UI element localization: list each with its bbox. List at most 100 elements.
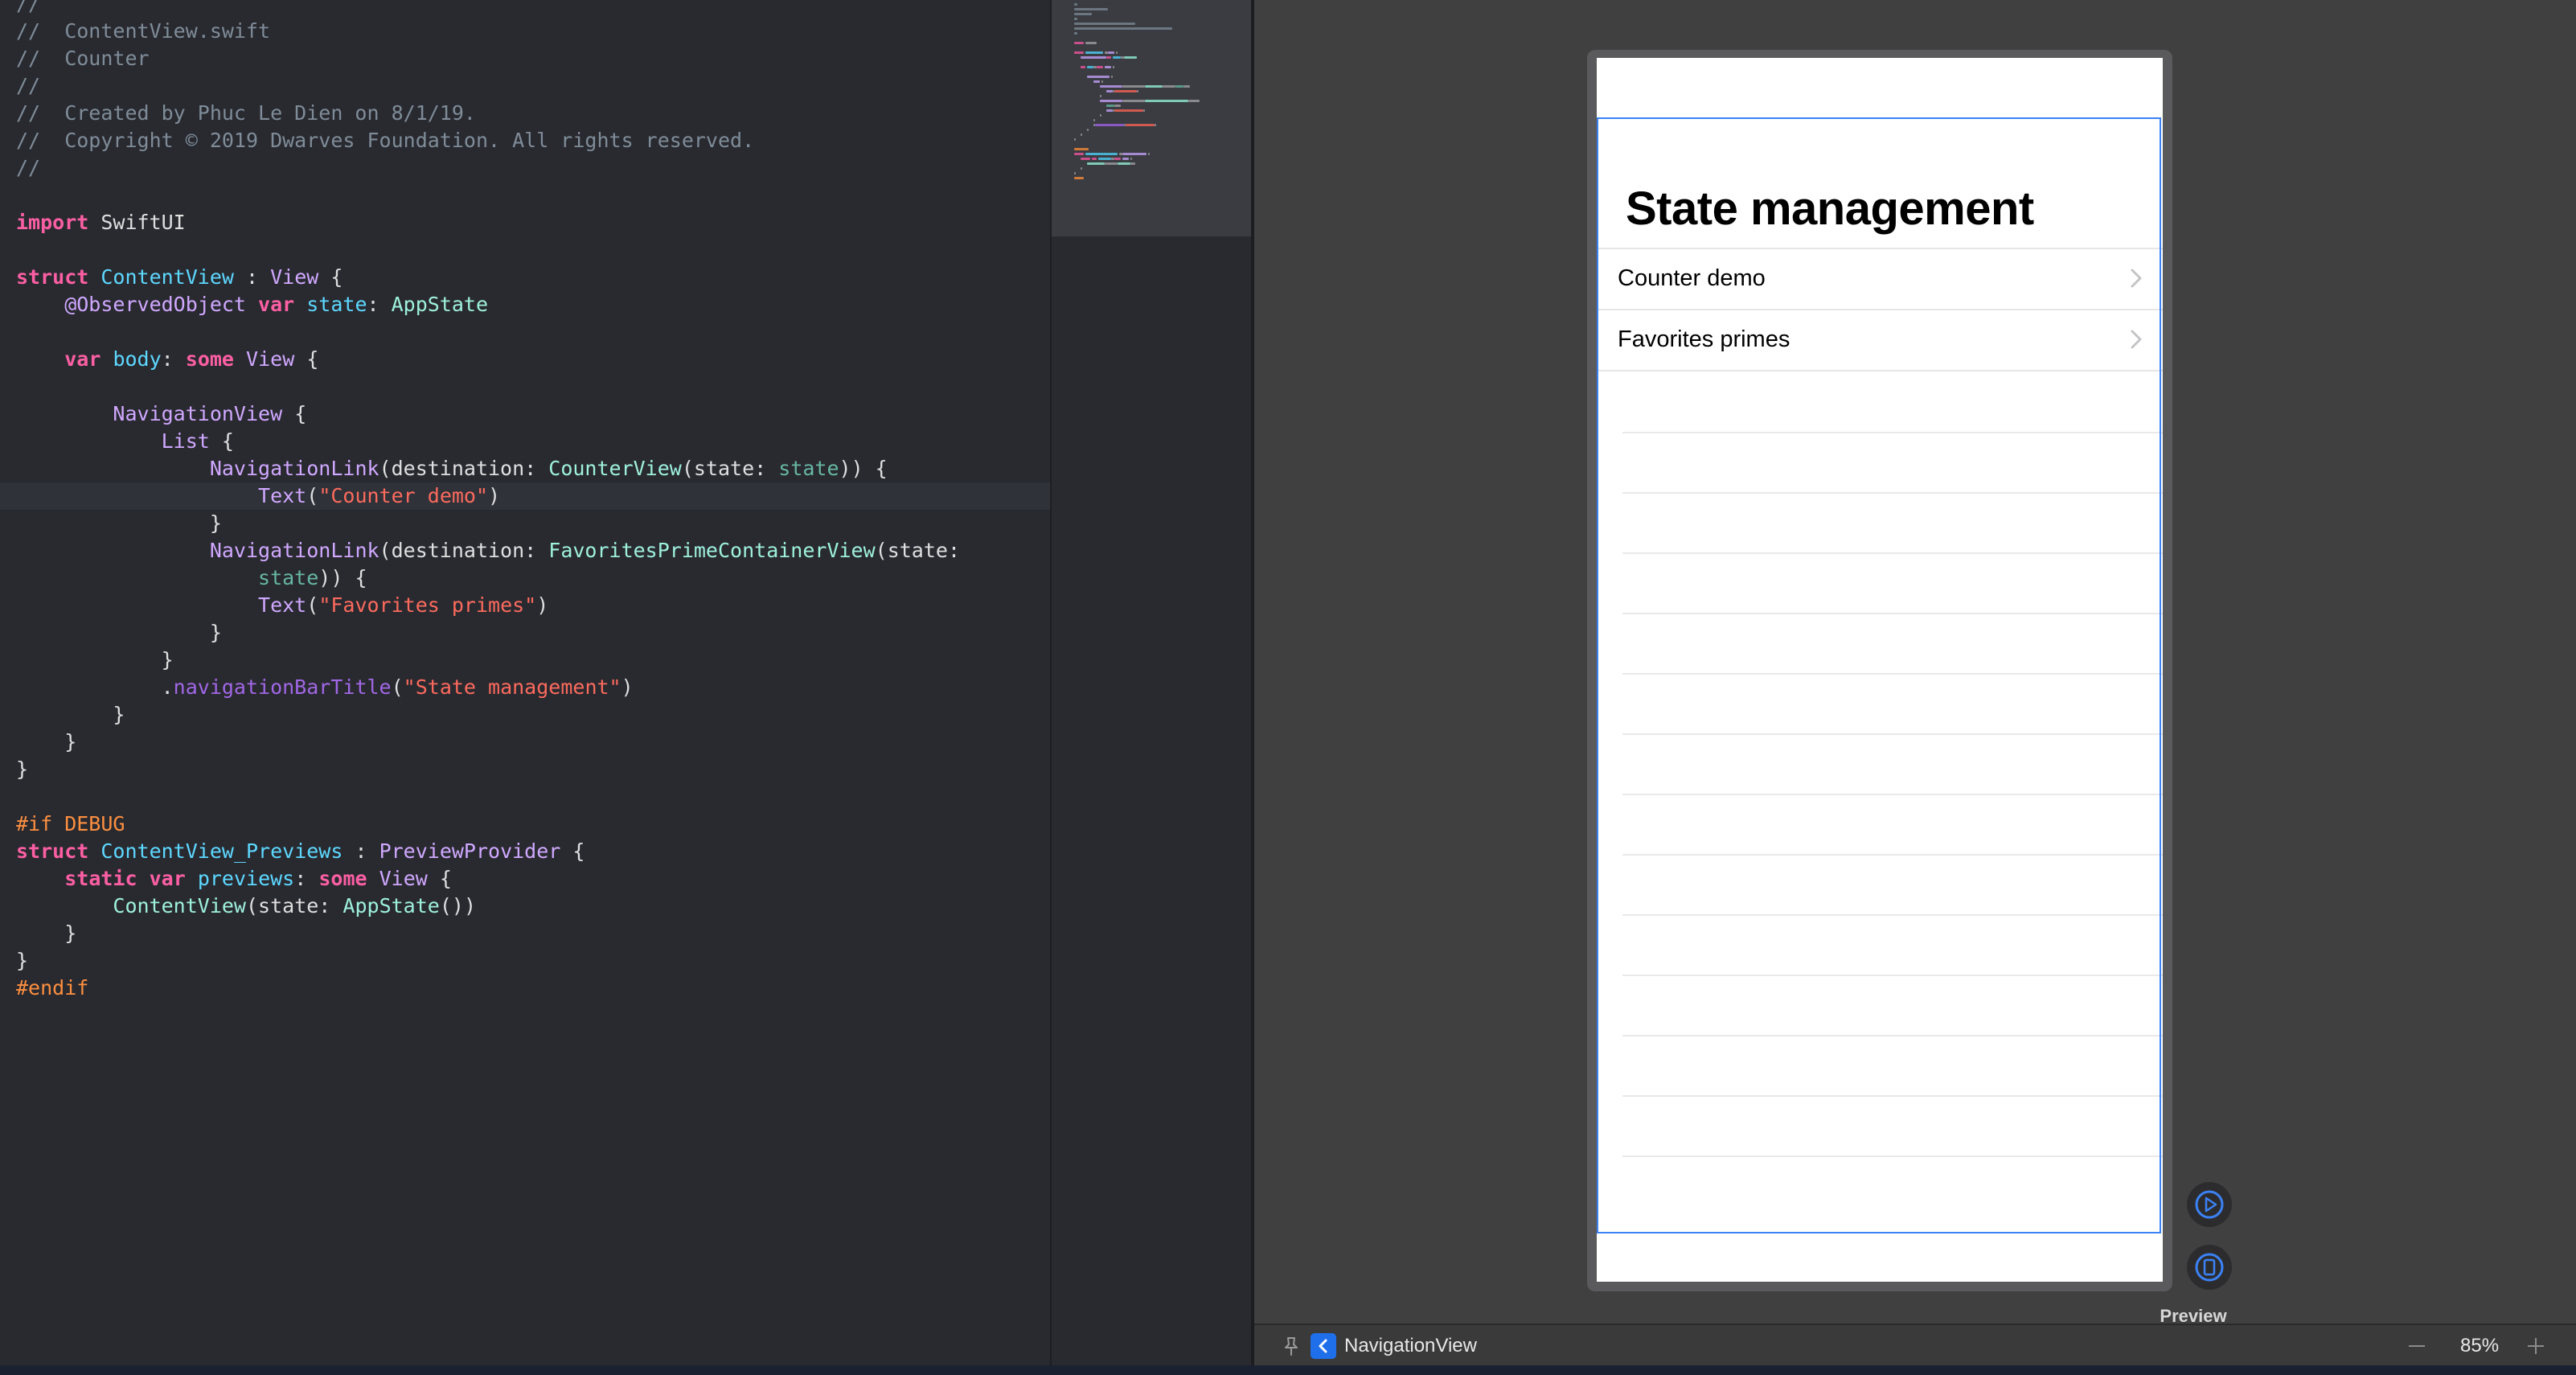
code-line[interactable]: NavigationView { xyxy=(16,400,1050,428)
code-lines[interactable]: // // ContentView.swift // Counter // // Cre… xyxy=(0,0,1050,1002)
code-line[interactable]: // Created by Phuc Le Dien on 8/1/19. xyxy=(16,100,1050,127)
empty-list-rows xyxy=(1597,370,2163,1216)
code-token: (destination: xyxy=(379,539,549,562)
code-token: ( xyxy=(306,484,319,507)
code-line[interactable] xyxy=(16,373,1050,400)
code-line[interactable]: } xyxy=(16,920,1050,947)
code-token: @ObservedObject xyxy=(16,293,259,316)
chevron-left-icon xyxy=(1319,1339,1327,1353)
zoom-out-icon[interactable] xyxy=(2406,1335,2428,1357)
code-line[interactable]: // Counter xyxy=(16,45,1050,72)
code-line[interactable]: // xyxy=(16,0,1050,18)
code-token: { xyxy=(560,839,585,863)
code-line[interactable]: struct ContentView : View { xyxy=(16,264,1050,291)
code-token: . xyxy=(16,675,174,699)
code-line[interactable]: .navigationBarTitle("State management") xyxy=(16,674,1050,701)
minimap-viewport[interactable] xyxy=(1052,0,1253,236)
code-line[interactable]: struct ContentView_Previews : PreviewPro… xyxy=(16,838,1050,865)
live-preview-button[interactable] xyxy=(2187,1182,2232,1227)
code-token: some xyxy=(318,867,367,890)
code-token: } xyxy=(16,703,125,726)
code-line[interactable] xyxy=(16,236,1050,264)
code-line[interactable]: } xyxy=(16,701,1050,729)
code-token: } xyxy=(16,757,29,781)
list-row-counter-demo[interactable]: Counter demo xyxy=(1597,248,2163,309)
empty-row xyxy=(1622,371,2163,432)
empty-row xyxy=(1622,1095,2163,1155)
code-line[interactable]: #if DEBUG xyxy=(16,811,1050,838)
code-line[interactable]: @ObservedObject var state: AppState xyxy=(16,291,1050,318)
code-token: { xyxy=(294,347,319,371)
preview-canvas[interactable]: State management Counter demo Favorites … xyxy=(1254,0,2576,1365)
code-token: some xyxy=(185,347,234,371)
code-token: body xyxy=(113,347,162,371)
chevron-right-icon xyxy=(2131,269,2142,288)
empty-row xyxy=(1622,492,2163,552)
back-button[interactable] xyxy=(1311,1333,1336,1359)
pin-icon[interactable] xyxy=(1280,1335,1302,1357)
code-token: // xyxy=(16,74,41,97)
code-line[interactable]: Text("Counter demo") xyxy=(0,482,1050,510)
code-line[interactable]: // Copyright © 2019 Dwarves Foundation. … xyxy=(16,127,1050,154)
code-line[interactable] xyxy=(16,318,1050,346)
empty-row xyxy=(1622,1155,2163,1216)
code-line[interactable]: #endif xyxy=(16,975,1050,1002)
code-line[interactable]: // xyxy=(16,72,1050,100)
code-line[interactable]: } xyxy=(16,510,1050,537)
code-line[interactable]: } xyxy=(16,729,1050,756)
zoom-in-icon[interactable] xyxy=(2525,1335,2547,1357)
minimap[interactable] xyxy=(1050,0,1253,1365)
list-row-favorites-primes[interactable]: Favorites primes xyxy=(1597,309,2163,370)
device-screen[interactable]: State management Counter demo Favorites … xyxy=(1597,58,2163,1282)
code-line[interactable]: static var previews: some View { xyxy=(16,865,1050,893)
code-token: : xyxy=(294,867,319,890)
code-line[interactable]: NavigationLink(destination: FavoritesPri… xyxy=(16,537,1050,564)
code-token: (destination: xyxy=(379,457,549,480)
empty-row xyxy=(1622,432,2163,492)
code-token: state xyxy=(778,457,839,480)
code-token: ) xyxy=(536,593,549,617)
code-token: // Copyright © 2019 Dwarves Foundation. … xyxy=(16,129,755,152)
device-preview-button[interactable] xyxy=(2187,1245,2232,1290)
code-line[interactable]: } xyxy=(16,646,1050,674)
code-line[interactable] xyxy=(16,182,1050,209)
zoom-level[interactable]: 85% xyxy=(2460,1335,2499,1357)
code-token: )) { xyxy=(839,457,888,480)
code-token: var xyxy=(258,293,295,316)
code-line[interactable] xyxy=(16,783,1050,811)
code-line[interactable]: Text("Favorites primes") xyxy=(16,592,1050,619)
code-line[interactable]: } xyxy=(16,756,1050,783)
code-token: CounterView xyxy=(548,457,682,480)
code-line[interactable]: state)) { xyxy=(16,564,1050,592)
code-token: FavoritesPrimeContainerView xyxy=(548,539,876,562)
code-token: "State management" xyxy=(403,675,621,699)
code-token: struct xyxy=(16,265,89,289)
code-token: { xyxy=(282,402,307,425)
code-token: // xyxy=(16,0,41,15)
code-token: View xyxy=(270,265,319,289)
code-line[interactable]: import SwiftUI xyxy=(16,209,1050,236)
code-line[interactable]: // xyxy=(16,154,1050,182)
code-token: struct xyxy=(16,839,89,863)
code-line[interactable]: } xyxy=(16,947,1050,975)
code-line[interactable]: // ContentView.swift xyxy=(16,18,1050,45)
breadcrumb[interactable]: NavigationView xyxy=(1344,1335,1477,1357)
code-line[interactable]: NavigationLink(destination: CounterView(… xyxy=(16,455,1050,482)
code-line[interactable]: ContentView(state: AppState()) xyxy=(16,893,1050,920)
code-token: } xyxy=(16,730,77,753)
code-line[interactable]: var body: some View { xyxy=(16,346,1050,373)
code-token: } xyxy=(16,648,174,671)
code-editor[interactable]: // // ContentView.swift // Counter // // Cre… xyxy=(0,0,1050,1365)
code-token: View xyxy=(246,347,295,371)
code-line[interactable]: } xyxy=(16,619,1050,646)
code-token: state xyxy=(306,293,367,316)
code-token: ()) xyxy=(439,894,476,917)
code-line[interactable]: List { xyxy=(16,428,1050,455)
